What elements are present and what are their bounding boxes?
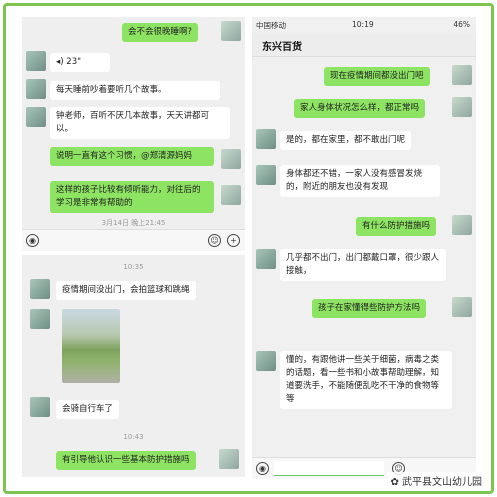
emoji-icon[interactable]: ☺ [208,234,221,247]
message-bubble: 孩子在家懂得些防护方法吗 [312,299,427,318]
voice-toggle-icon[interactable]: ◉ [256,462,269,475]
avatar [256,165,276,185]
message-bubble: 有引导他认识一些基本防护措施吗 [56,451,196,470]
message-bubble: 家人身体状况怎么样，都正常吗 [294,99,426,118]
watermark: ✿ 武平县文山幼儿园 [387,472,485,489]
avatar [219,449,239,469]
message-bubble: 有什么防护措施吗 [356,217,437,236]
voice-message[interactable]: ◂) 23" [50,53,110,72]
wechat-icon: ✿ [390,477,402,488]
avatar [452,97,472,117]
avatar [256,351,276,371]
voice-icon: ◂) [56,57,64,67]
avatar [26,107,46,127]
chat-screenshot-2: 10:35 疫情期间没出门，会拍篮球和跳绳 会骑自行车了 10:43 有引导他认… [22,255,245,477]
chat-screenshot-3: 中国移动 10:19 46% 东兴百货 现在疫情期间都没出门吧 家人身体状况怎么… [252,17,476,479]
message-bubble: 疫情期间没出门，会拍篮球和跳绳 [56,281,196,300]
avatar [30,279,50,299]
avatar [30,397,50,417]
chat-title: 东兴百货 [252,33,476,57]
chat-screenshot-1: 会不会很晚睡啊? ◂) 23" 每天睡前吵着要听几个故事。 钟老师，百听不厌几本… [22,17,245,251]
message-bubble: 是的，都在家里，都不敢出门呢 [280,131,412,150]
avatar [452,297,472,317]
message-bubble: 钟老师，百听不厌几本故事，天天讲都可以。 [50,107,230,139]
message-bubble: 说明一直有这个习惯，@郑清源妈妈 [50,147,214,166]
message-bubble: 现在疫情期间都没出门吧 [324,67,430,86]
message-bubble: 会骑自行车了 [56,400,120,419]
status-bar: 中国移动 10:19 46% [256,20,470,30]
timestamp: 3月14日 晚上21:45 [101,219,166,227]
avatar [221,185,241,205]
message-bubble: 会不会很晚睡啊? [122,23,199,42]
timestamp: 10:43 [123,433,144,441]
message-input[interactable] [274,461,384,476]
message-bubble: 身体都还不错，一家人没有感冒发烧的，附近的朋友也没有发现 [280,165,440,197]
timestamp: 10:35 [123,263,144,271]
avatar [30,309,50,329]
avatar [221,21,241,41]
child-bicycle-photo[interactable] [62,309,120,383]
message-bubble: 这样的孩子比较有倾听能力，对往后的学习是非常有帮助的 [50,181,214,213]
avatar [26,79,46,99]
message-bubble: 懂的，有跟他讲一些关于细菌，病毒之类的话题，看一些书和小故事帮助理解，知道要洗手… [280,351,452,409]
avatar [256,249,276,269]
avatar [26,51,46,71]
plus-icon[interactable]: + [227,234,240,247]
input-bar: ◉ ☺ + [22,229,245,251]
avatar [221,149,241,169]
avatar [452,215,472,235]
voice-toggle-icon[interactable]: ◉ [26,234,39,247]
avatar [452,65,472,85]
message-bubble: 几乎都不出门，出门都戴口罩，很少跟人接触， [280,249,446,281]
message-bubble: 每天睡前吵着要听几个故事。 [50,81,220,100]
avatar [256,129,276,149]
